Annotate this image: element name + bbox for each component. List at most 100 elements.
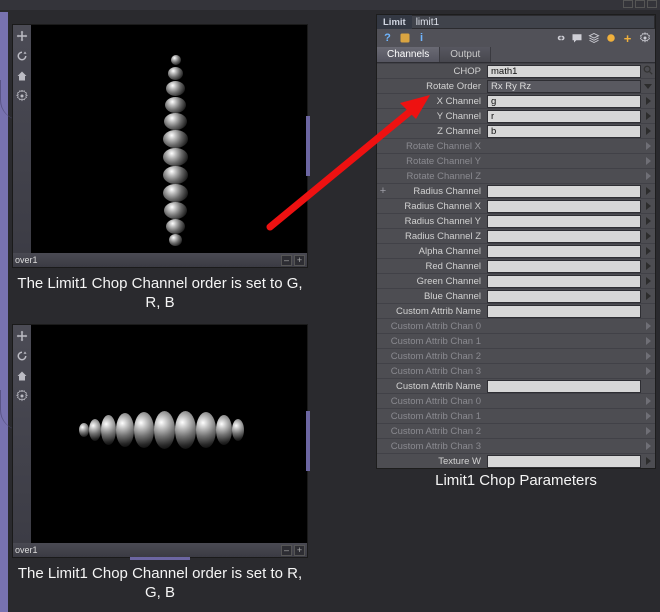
chevron-right-icon[interactable]	[641, 112, 655, 120]
param-row: Radius Channel Y	[377, 213, 655, 228]
param-value-input[interactable]	[487, 275, 641, 288]
viewer-name: over1	[15, 545, 38, 555]
param-row: Alpha Channel	[377, 243, 655, 258]
param-label: Custom Attrib Chan 2	[389, 351, 487, 362]
move-tool-icon[interactable]	[15, 329, 29, 343]
param-value-input[interactable]	[487, 230, 641, 243]
param-label: Blue Channel	[389, 291, 487, 302]
operator-type: Limit	[377, 15, 412, 29]
info-icon[interactable]: i	[415, 32, 428, 45]
status-btn[interactable]: –	[281, 545, 292, 556]
chevron-right-icon[interactable]	[641, 457, 655, 465]
param-value-input[interactable]: b	[487, 125, 641, 138]
status-btn[interactable]: +	[294, 545, 305, 556]
param-value-input[interactable]	[487, 380, 641, 393]
param-row: CHOPmath1	[377, 63, 655, 78]
param-value-input[interactable]	[487, 455, 641, 468]
viewer-statusbar: over1 – +	[13, 543, 307, 557]
home-tool-icon[interactable]	[15, 369, 29, 383]
chevron-right-icon	[641, 172, 655, 180]
python-icon[interactable]	[398, 32, 411, 45]
viewport-1[interactable]	[31, 25, 307, 253]
param-label: Green Channel	[389, 276, 487, 287]
param-label: Y Channel	[389, 111, 487, 122]
search-icon[interactable]	[641, 65, 655, 78]
chevron-right-icon	[641, 367, 655, 375]
titlebar-btn[interactable]	[623, 0, 633, 8]
chevron-right-icon[interactable]	[641, 202, 655, 210]
settings-tool-icon[interactable]	[15, 389, 29, 403]
param-value-input[interactable]: Rx Ry Rz	[487, 80, 641, 93]
param-value-input[interactable]	[487, 200, 641, 213]
chevron-right-icon[interactable]	[641, 127, 655, 135]
chevron-right-icon	[641, 427, 655, 435]
param-value-input[interactable]: math1	[487, 65, 641, 78]
help-icon[interactable]: ?	[381, 32, 394, 45]
titlebar-btn[interactable]	[635, 0, 645, 8]
param-value-input[interactable]	[487, 185, 641, 198]
layers-icon[interactable]	[587, 32, 600, 45]
move-tool-icon[interactable]	[15, 29, 29, 43]
param-value-input[interactable]	[487, 245, 641, 258]
chevron-right-icon[interactable]	[641, 247, 655, 255]
param-row: +Radius Channel	[377, 183, 655, 198]
add-icon[interactable]: +	[621, 32, 634, 45]
chevron-right-icon[interactable]	[641, 262, 655, 270]
window-titlebar	[0, 0, 660, 10]
param-row: Custom Attrib Chan 3	[377, 363, 655, 378]
viewer1-caption: The Limit1 Chop Channel order is set to …	[12, 275, 308, 313]
param-row: Z Channelb	[377, 123, 655, 138]
param-value-input[interactable]	[487, 260, 641, 273]
expand-toggle[interactable]: +	[377, 185, 389, 197]
resize-handle[interactable]	[306, 116, 310, 176]
param-row: Blue Channel	[377, 288, 655, 303]
status-btn[interactable]: +	[294, 255, 305, 266]
param-row: Radius Channel X	[377, 198, 655, 213]
chevron-right-icon	[641, 412, 655, 420]
chevron-right-icon[interactable]	[641, 187, 655, 195]
chevron-right-icon[interactable]	[641, 292, 655, 300]
param-label: Custom Attrib Name	[389, 306, 487, 317]
chevron-right-icon[interactable]	[641, 217, 655, 225]
param-label: Rotate Channel Y	[389, 156, 487, 167]
viewport-2[interactable]	[31, 325, 307, 543]
resize-handle[interactable]	[306, 411, 310, 471]
param-value-input[interactable]	[487, 305, 641, 318]
viewer-name: over1	[15, 255, 38, 265]
link-icon[interactable]	[553, 32, 566, 45]
param-label: Alpha Channel	[389, 246, 487, 257]
panel-tabs: Channels Output	[377, 47, 655, 63]
comment-icon[interactable]	[570, 32, 583, 45]
param-value-input[interactable]: r	[487, 110, 641, 123]
parameter-list: CHOPmath1Rotate OrderRx Ry RzX ChannelgY…	[377, 63, 655, 468]
chevron-right-icon[interactable]	[641, 232, 655, 240]
chevron-right-icon[interactable]	[641, 277, 655, 285]
param-value-input[interactable]: g	[487, 95, 641, 108]
tab-output[interactable]: Output	[440, 47, 491, 62]
param-value-input[interactable]	[487, 215, 641, 228]
param-label: CHOP	[389, 66, 487, 77]
parameter-panel: Limit ? i + Channels Output CHOPmath1 Rot…	[376, 14, 656, 469]
tab-channels[interactable]: Channels	[377, 47, 440, 62]
chevron-right-icon	[641, 442, 655, 450]
status-btn[interactable]: –	[281, 255, 292, 266]
rotate-tool-icon[interactable]	[15, 49, 29, 63]
settings-tool-icon[interactable]	[15, 89, 29, 103]
chevron-right-icon	[641, 322, 655, 330]
chevron-down-icon[interactable]	[641, 84, 655, 89]
viewer-statusbar: over1 – +	[13, 253, 307, 267]
param-label: Custom Attrib Chan 0	[389, 396, 487, 407]
param-label: Custom Attrib Chan 1	[389, 411, 487, 422]
param-value-input[interactable]	[487, 290, 641, 303]
titlebar-btn[interactable]	[647, 0, 657, 8]
param-row: Rotate Channel Z	[377, 168, 655, 183]
param-row: Radius Channel Z	[377, 228, 655, 243]
chevron-right-icon[interactable]	[641, 97, 655, 105]
gear-icon[interactable]	[638, 32, 651, 45]
rotate-tool-icon[interactable]	[15, 349, 29, 363]
home-tool-icon[interactable]	[15, 69, 29, 83]
chevron-right-icon	[641, 352, 655, 360]
param-label: Radius Channel Y	[389, 216, 487, 227]
color-icon[interactable]	[604, 32, 617, 45]
operator-name-input[interactable]	[412, 15, 655, 29]
